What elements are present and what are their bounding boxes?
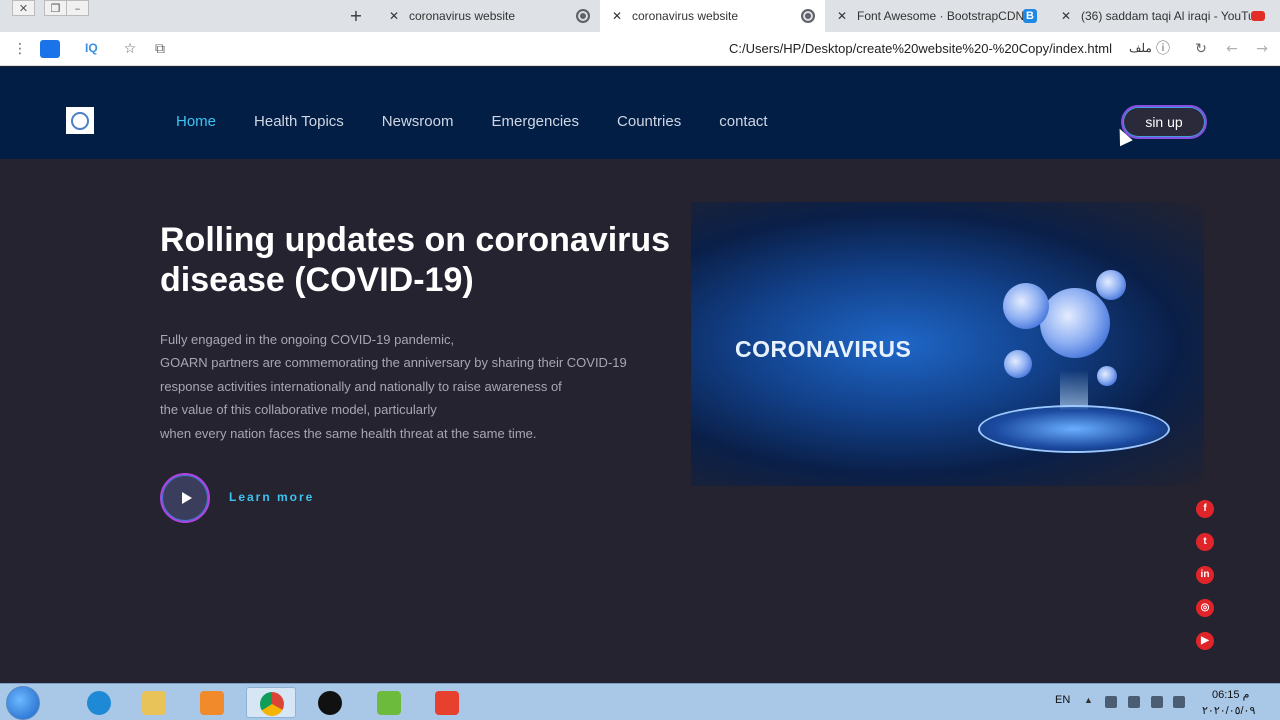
instagram-icon[interactable]: ◎ (1196, 599, 1214, 617)
restore-window-icon[interactable]: ❐ (44, 0, 67, 16)
clock-date[interactable]: ٢٠٢٠/٠٥/٠٩ (1202, 704, 1255, 717)
site-header: Home Health Topics Newsroom Emergencies … (0, 67, 1280, 159)
forward-icon[interactable]: → (1253, 40, 1271, 58)
menu-dots-icon[interactable]: ⋮ (12, 40, 28, 58)
extension-icon[interactable] (40, 40, 60, 58)
virus-graphic-icon (1097, 366, 1117, 386)
virus-graphic-icon (1096, 270, 1126, 300)
camtasia-app[interactable] (422, 687, 472, 718)
browser-tab-strip: ✕ ❐ – + ✕ coronavirus website ✕ coronavi… (0, 0, 1280, 32)
back-icon[interactable]: ← (1223, 40, 1241, 58)
language-indicator[interactable]: EN (1055, 694, 1070, 706)
show-hidden-icons-icon[interactable]: ▲ (1084, 695, 1096, 707)
close-tab-icon[interactable]: ✕ (387, 9, 401, 23)
notepad-app[interactable] (364, 687, 414, 718)
iq-extension-button[interactable]: IQ (85, 41, 98, 55)
volume-icon[interactable] (1173, 696, 1185, 708)
tab-title: Font Awesome · BootstrapCDN b (857, 9, 1023, 23)
address-bar[interactable]: C:/Users/HP/Desktop/create%20website%20-… (729, 41, 1112, 56)
nav-countries[interactable]: Countries (617, 113, 681, 130)
twitter-icon[interactable]: t (1196, 533, 1214, 551)
youtube-icon[interactable]: ▶ (1196, 632, 1214, 650)
hero-paragraph: Fully engaged in the ongoing COVID-19 pa… (160, 328, 720, 445)
windows-taskbar: EN ▲ 06:15 م ٢٠٢٠/٠٥/٠٩ (0, 683, 1280, 720)
network-error-icon[interactable] (1105, 696, 1117, 708)
youtube-icon (1251, 11, 1265, 21)
url-scheme-label: ملف (1129, 41, 1152, 55)
virus-graphic-icon (1003, 283, 1049, 329)
media-player-app[interactable] (187, 687, 237, 718)
globe-icon (576, 9, 590, 23)
learn-more-link[interactable]: Learn more (229, 490, 314, 504)
reload-icon[interactable]: ↻ (1192, 40, 1210, 58)
minimize-window-icon[interactable]: – (66, 0, 89, 16)
close-tab-icon[interactable]: ✕ (1059, 9, 1073, 23)
windows-start-button[interactable] (6, 686, 40, 720)
site-info-icon[interactable]: ⓘ (1155, 40, 1171, 58)
nav-home[interactable]: Home (176, 113, 216, 130)
tab-youtube[interactable]: ✕ (36) saddam taqi Al iraqi - YouTu (1049, 0, 1275, 32)
bookmark-star-icon[interactable]: ☆ (121, 40, 139, 58)
hologram-platform (978, 405, 1170, 453)
hero-image-caption: CORONAVIRUS (735, 336, 912, 362)
bootstrap-icon: B (1023, 9, 1037, 23)
tray-app-icon[interactable] (1128, 696, 1140, 708)
nav-newsroom[interactable]: Newsroom (382, 113, 454, 130)
file-explorer-app[interactable] (129, 687, 179, 718)
tab-font-awesome[interactable]: ✕ Font Awesome · BootstrapCDN b B (825, 0, 1047, 32)
hero-line: the value of this collaborative model, p… (160, 402, 437, 418)
close-tab-icon[interactable]: ✕ (835, 9, 849, 23)
clock-time[interactable]: 06:15 م (1212, 688, 1249, 701)
globe-icon (801, 9, 815, 23)
screen-capture-icon[interactable]: ⧉ (151, 40, 169, 58)
internet-explorer-app[interactable] (74, 687, 124, 718)
who-logo-icon[interactable] (66, 107, 94, 134)
facebook-icon[interactable]: f (1196, 500, 1214, 518)
main-nav: Home Health Topics Newsroom Emergencies … (176, 113, 806, 130)
signup-button[interactable]: sin up (1121, 105, 1207, 139)
tab-title: (36) saddam taqi Al iraqi - YouTu (1081, 9, 1251, 23)
chrome-app[interactable] (246, 687, 296, 718)
hero-line: when every nation faces the same health … (160, 425, 537, 441)
tab-title: coronavirus website (409, 9, 516, 23)
nav-contact[interactable]: contact (719, 113, 767, 130)
nav-health-topics[interactable]: Health Topics (254, 113, 344, 130)
browser-toolbar: ⋮ IQ ☆ ⧉ C:/Users/HP/Desktop/create%20we… (0, 32, 1280, 66)
close-window-icon[interactable]: ✕ (12, 0, 35, 16)
hero-title: Rolling updates on coronavirus disease (… (160, 221, 671, 299)
linkedin-icon[interactable]: in (1196, 566, 1214, 584)
signal-icon[interactable] (1151, 696, 1163, 708)
tab-title: coronavirus website (632, 9, 739, 23)
recorder-app[interactable] (305, 687, 355, 718)
close-tab-icon[interactable]: ✕ (610, 9, 624, 23)
play-button[interactable] (160, 473, 210, 523)
new-tab-button[interactable]: + (346, 6, 366, 26)
virus-graphic-icon (1040, 288, 1110, 358)
hero-line: response activities internationally and … (160, 378, 562, 394)
nav-emergencies[interactable]: Emergencies (491, 113, 579, 130)
hero-line: GOARN partners are commemorating the ann… (160, 355, 627, 371)
virus-graphic-icon (1004, 350, 1032, 378)
tab-coronavirus-2[interactable]: ✕ coronavirus website (600, 0, 825, 32)
tab-coronavirus-1[interactable]: ✕ coronavirus website (377, 0, 600, 32)
hero-line: Fully engaged in the ongoing COVID-19 pa… (160, 332, 455, 347)
